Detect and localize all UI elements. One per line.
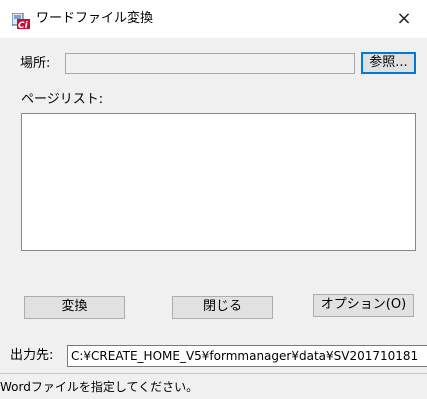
output-path-field[interactable]: C:¥CREATE_HOME_V5¥formmanager¥data¥SV201…: [67, 345, 427, 367]
location-label: 場所:: [20, 56, 51, 71]
svg-text:Ci: Ci: [18, 21, 29, 29]
word-file-convert-dialog: Ci ワードファイル変換 × 場所: 参照... ページリスト: 変換 閉じる …: [0, 0, 427, 399]
output-label: 出力先:: [10, 348, 54, 363]
browse-button[interactable]: 参照...: [361, 52, 416, 74]
close-button[interactable]: 閉じる: [172, 296, 273, 319]
page-list-label: ページリスト:: [21, 92, 104, 107]
status-message: Wordファイルを指定してください。: [0, 380, 199, 394]
page-list-box[interactable]: [21, 113, 416, 251]
status-bar: Wordファイルを指定してください。: [0, 373, 427, 399]
location-field[interactable]: [65, 53, 355, 74]
convert-button[interactable]: 変換: [24, 296, 125, 319]
word-ci-icon: Ci: [11, 12, 30, 31]
title-bar: Ci ワードファイル変換 ×: [0, 0, 427, 38]
close-window-button[interactable]: ×: [392, 8, 416, 30]
options-button[interactable]: オプション(O): [313, 294, 414, 317]
window-title: ワードファイル変換: [36, 11, 154, 26]
